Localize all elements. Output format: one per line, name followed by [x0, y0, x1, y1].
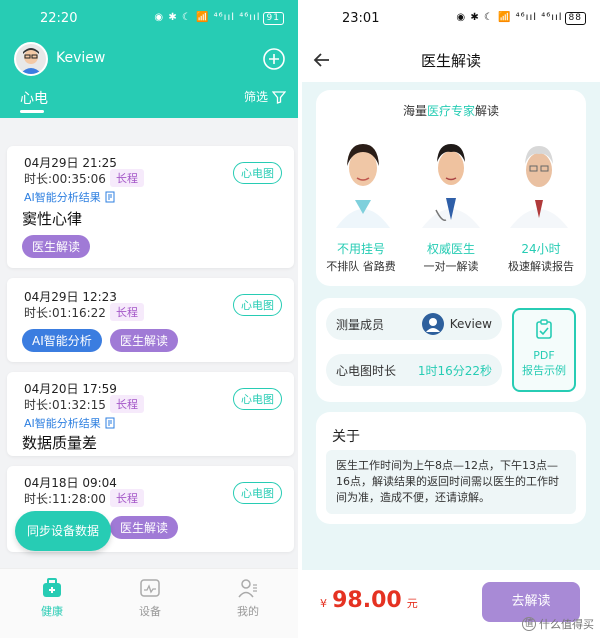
about-title: 关于	[332, 429, 360, 445]
clipboard-check-icon	[536, 319, 552, 339]
long-term-tag: 长程	[110, 303, 144, 321]
watermark: 值 什么值得买	[522, 616, 594, 632]
status-time: 22:20	[40, 11, 78, 26]
avatar[interactable]	[14, 42, 48, 76]
status-icons: ◉ ✱ ☾ 📶 ⁴⁶ııl ⁴⁶ııl 88	[456, 12, 586, 25]
record-result: 窦性心律	[22, 210, 83, 228]
doctor-interpretation-screen: 23:01 ◉ ✱ ☾ 📶 ⁴⁶ııl ⁴⁶ııl 88 医生解读 海量医疗专家解…	[302, 0, 600, 638]
male-doctor-image	[422, 144, 480, 228]
record-duration: 时长:11:28:00	[24, 492, 106, 506]
ecg-button[interactable]: 心电图	[233, 162, 282, 184]
filter-label: 筛选	[243, 90, 268, 104]
device-icon	[140, 579, 160, 597]
health-app-screen: 22:20 ◉ ✱ ☾ 📶 ⁴⁶ııl ⁴⁶ııl 91 Keview 心电 筛选…	[0, 0, 298, 638]
status-icons: ◉ ✱ ☾ 📶 ⁴⁶ııl ⁴⁶ııl 91	[154, 12, 284, 25]
username: Keview	[56, 50, 106, 66]
tab-indicator	[20, 110, 44, 113]
price: ¥ 98.00 元	[320, 588, 418, 613]
document-icon	[105, 417, 115, 429]
long-term-tag: 长程	[110, 395, 144, 413]
watermark-logo-icon: 值	[522, 617, 536, 631]
doctor-read-button[interactable]: 医生解读	[22, 235, 91, 258]
nav-me[interactable]: 我的	[218, 577, 278, 619]
header: 22:20 ◉ ✱ ☾ 📶 ⁴⁶ııl ⁴⁶ııl 91 Keview 心电 筛选	[0, 0, 298, 118]
duration-row: 心电图时长 1时16分22秒	[326, 354, 502, 386]
ecg-button[interactable]: 心电图	[233, 482, 282, 504]
person-icon	[238, 579, 257, 598]
service-intro-panel: 海量医疗专家解读 不用挂号 不排队 省路费 权威医生 一对一解读 24小时 极速…	[316, 90, 586, 286]
long-term-tag: 长程	[110, 169, 144, 187]
record-info-panel: 测量成员 Keview 心电图时长 1时16分22秒 PDF 报告示例	[316, 298, 586, 402]
ecg-button[interactable]: 心电图	[233, 294, 282, 316]
member-value: Keview	[421, 313, 492, 335]
tab-ecg[interactable]: 心电	[20, 88, 48, 108]
sync-device-button[interactable]: 同步设备数据	[15, 511, 111, 551]
feature-subtitle: 不排队 省路费	[326, 260, 396, 273]
feature-title: 不用挂号	[336, 242, 385, 256]
feature-subtitle: 一对一解读	[423, 260, 479, 273]
record-card[interactable]: 04月29日 12:23 时长:01:16:22 长程 心电图 AI智能分析 医…	[7, 278, 294, 362]
doctor-read-button[interactable]: 医生解读	[110, 329, 179, 352]
feature-title: 24小时	[521, 242, 561, 256]
nav-health[interactable]: 健康	[22, 577, 82, 619]
feature-subtitle: 极速解读报告	[508, 260, 574, 273]
record-duration: 时长:01:32:15	[24, 398, 106, 412]
record-date: 04月18日 09:04	[24, 476, 117, 490]
member-row[interactable]: 测量成员 Keview	[326, 308, 502, 340]
record-card[interactable]: 04月29日 21:25 时长:00:35:06 长程 心电图 AI智能分析结果…	[7, 146, 294, 268]
bottom-nav: 健康 设备 我的	[0, 568, 298, 638]
member-label: 测量成员	[336, 318, 385, 332]
ai-result-link[interactable]: AI智能分析结果	[24, 415, 116, 431]
long-term-tag: 长程	[110, 489, 144, 507]
title-bar: 医生解读	[302, 38, 600, 82]
about-text: 医生工作时间为上午8点—12点，下午13点—16点，解读结果的返回时间需以医生的…	[326, 450, 576, 514]
battery-icon: 88	[564, 12, 586, 25]
record-card[interactable]: 04月20日 17:59 时长:01:32:15 长程 心电图 AI智能分析结果…	[7, 372, 294, 456]
battery-icon: 91	[262, 12, 284, 25]
funnel-icon	[272, 90, 286, 104]
page-title: 医生解读	[420, 52, 481, 70]
ecg-button[interactable]: 心电图	[233, 388, 282, 410]
duration-label: 心电图时长	[336, 364, 397, 378]
record-result: 数据质量差	[22, 434, 98, 452]
about-panel: 关于 医生工作时间为上午8点—12点，下午13点—16点，解读结果的返回时间需以…	[316, 412, 586, 524]
doctor-read-button[interactable]: 医生解读	[110, 516, 179, 539]
senior-doctor-image	[510, 146, 568, 228]
checkout-bar: ¥ 98.00 元 去解读 值 什么值得买	[302, 570, 600, 638]
duration-value: 1时16分22秒	[417, 364, 492, 378]
feature-title: 权威医生	[426, 242, 475, 256]
nav-device[interactable]: 设备	[120, 577, 180, 619]
filter-button[interactable]: 筛选	[244, 88, 286, 105]
document-icon	[105, 191, 115, 203]
panel-headline: 海量医疗专家解读	[402, 104, 500, 118]
record-date: 04月20日 17:59	[24, 382, 117, 396]
ai-analysis-button[interactable]: AI智能分析	[22, 329, 102, 352]
record-duration: 时长:01:16:22	[24, 306, 106, 320]
female-doctor-image	[336, 144, 390, 228]
add-icon[interactable]	[262, 47, 286, 71]
user-avatar-icon	[421, 313, 444, 335]
record-duration: 时长:00:35:06	[24, 172, 106, 186]
ai-result-link[interactable]: AI智能分析结果	[24, 189, 116, 205]
record-date: 04月29日 12:23	[24, 290, 117, 304]
status-time: 23:01	[342, 11, 380, 26]
record-date: 04月29日 21:25	[24, 156, 117, 170]
pdf-sample-button[interactable]: PDF 报告示例	[512, 308, 576, 392]
status-bar: 23:01 ◉ ✱ ☾ 📶 ⁴⁶ııl ⁴⁶ııl 88	[302, 0, 600, 38]
status-bar: 22:20 ◉ ✱ ☾ 📶 ⁴⁶ııl ⁴⁶ııl 91	[0, 0, 298, 38]
medical-kit-icon	[43, 578, 61, 597]
